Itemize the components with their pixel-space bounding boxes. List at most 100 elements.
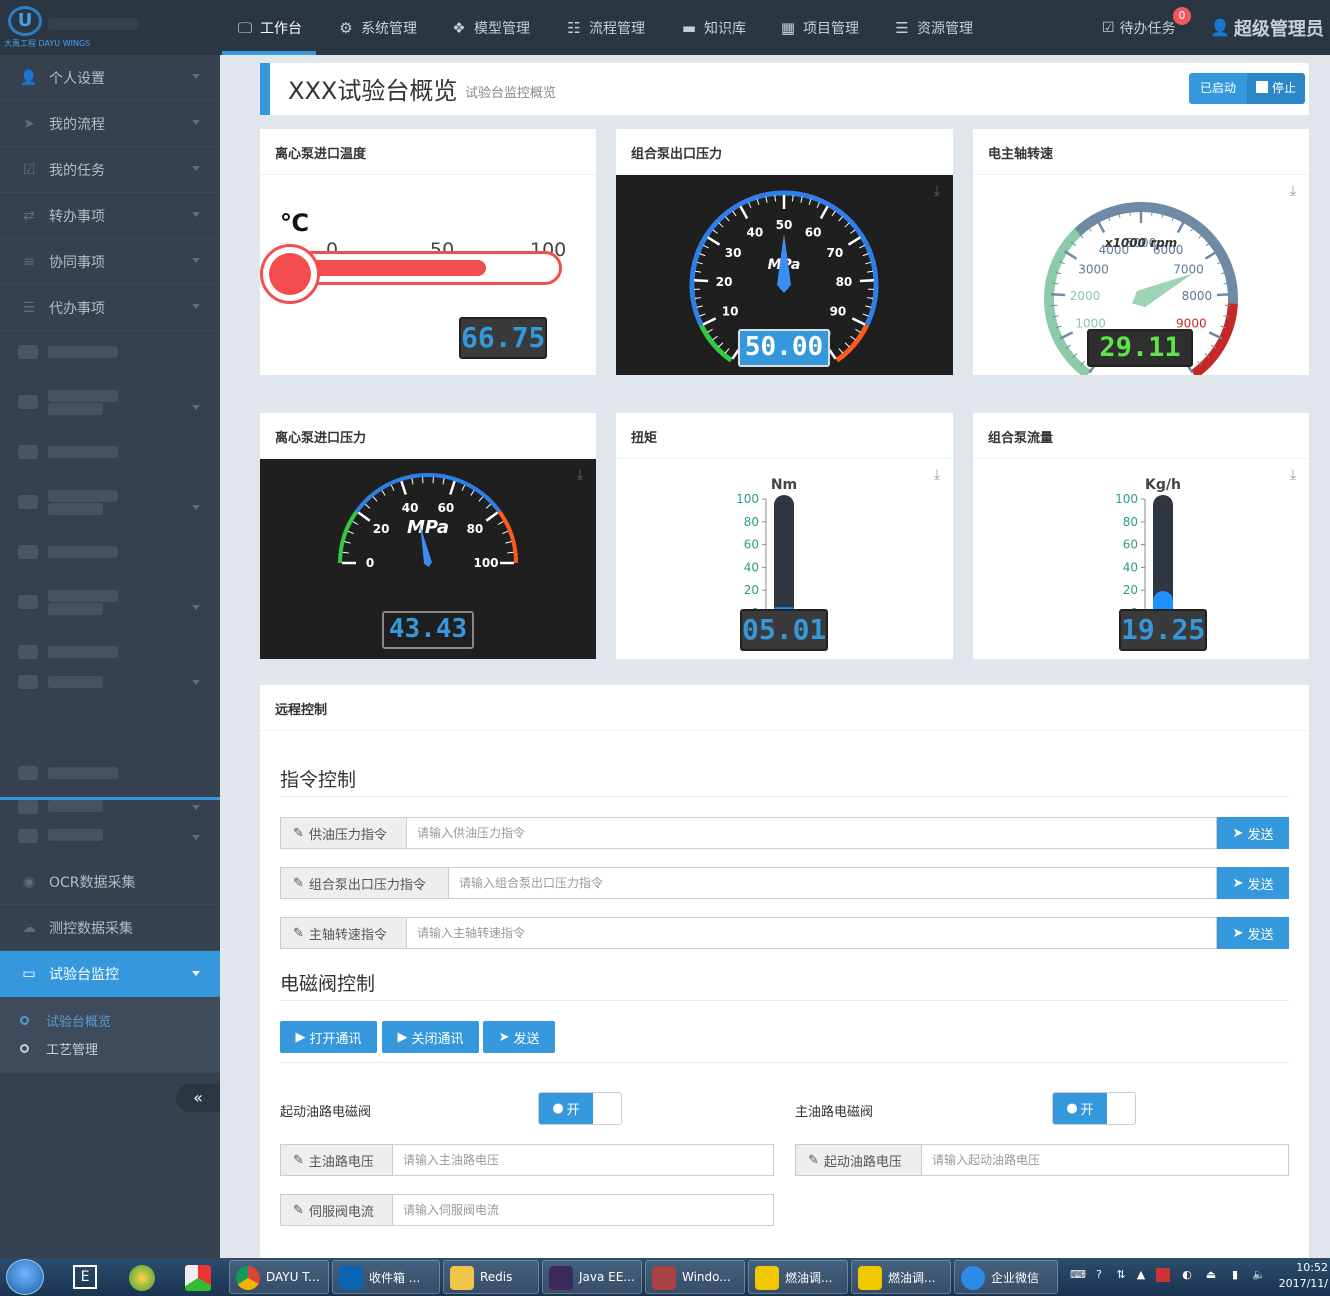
sidebar-item-agent[interactable]: ☰ 代办事项 — [0, 285, 220, 331]
blurred-icon — [18, 395, 38, 409]
caret-down-icon — [192, 505, 200, 510]
startup-voltage-input[interactable] — [922, 1145, 1288, 1175]
windows-start-button[interactable] — [6, 1259, 44, 1295]
gauge-minor-tick — [844, 222, 850, 228]
taskbar-app-eclipse[interactable]: Java EE... — [542, 1260, 642, 1294]
sidebar-item-ocr[interactable]: ◉ OCR数据采集 — [0, 859, 220, 905]
clock-date: 2017/11/ — [1278, 1277, 1328, 1290]
pinned-app-color[interactable] — [174, 1260, 220, 1294]
wecom-tray-icon[interactable]: ◐ — [1180, 1268, 1194, 1282]
sidebar-sub-overview[interactable]: 试验台概览 — [20, 1010, 111, 1030]
taskbar-app-redis[interactable]: Redis — [443, 1260, 539, 1294]
user-menu[interactable]: 👤 超级管理员 — [1210, 0, 1324, 55]
nav-process[interactable]: ☷ 流程管理 — [565, 0, 645, 55]
check-square-icon: ☑ — [22, 161, 36, 178]
nav-workbench[interactable]: 🖵 工作台 — [222, 0, 316, 55]
windows-taskbar: E DAYU T... 收件箱 ... Redis Java EE... Win… — [0, 1258, 1330, 1296]
keyboard-icon[interactable]: ⌨ — [1070, 1268, 1086, 1282]
card-header: 离心泵进口压力 — [260, 413, 596, 459]
sidebar-item-label: 转办事项 — [49, 208, 105, 225]
edit-icon: ✎ — [293, 825, 304, 841]
nav-label: 知识库 — [704, 20, 746, 37]
check-square-icon: ☑ — [1102, 19, 1115, 36]
open-comm-button[interactable]: ▶ 打开通讯 — [280, 1021, 377, 1053]
send-spindle-speed-button[interactable]: ➤ 发送 — [1217, 917, 1289, 949]
nav-model[interactable]: ❖ 模型管理 — [450, 0, 530, 55]
help-icon[interactable]: ? — [1092, 1268, 1106, 1282]
laptop-icon: ▭ — [22, 966, 36, 982]
nav-knowledge[interactable]: ▬ 知识库 — [680, 0, 746, 55]
bar-tick-label: 80 — [744, 515, 759, 529]
card-header: 组合泵出口压力 — [616, 129, 953, 175]
pending-tasks[interactable]: ☑ 待办任务 — [1102, 0, 1176, 55]
pinned-app-map[interactable] — [118, 1260, 164, 1294]
sidebar-item-my-process[interactable]: ➤ 我的流程 — [0, 101, 220, 147]
tray-expand-icon[interactable]: ▲ — [1134, 1268, 1148, 1282]
toggle-on: ● 开 — [539, 1093, 593, 1124]
input-label-text: 主轴转速指令 — [308, 927, 387, 943]
nav-system[interactable]: ⚙ 系统管理 — [337, 0, 417, 55]
outlet-pressure-input[interactable] — [449, 868, 1216, 898]
gauge-minor-tick — [725, 216, 730, 222]
stop-button[interactable]: 停止 — [1247, 73, 1305, 104]
cmd-outlet-pressure: ✎ 组合泵出口压力指令 — [280, 867, 1217, 899]
signal-icon[interactable]: ▮ — [1228, 1268, 1242, 1282]
send-icon: ➤ — [498, 1029, 510, 1045]
spindle-speed-input[interactable] — [407, 918, 1216, 948]
card-title: 远程控制 — [275, 703, 328, 718]
volume-icon[interactable]: 🔈 — [1252, 1268, 1266, 1282]
servo-current-input[interactable] — [393, 1195, 773, 1225]
pinned-app-editor[interactable]: E — [62, 1260, 108, 1294]
sidebar-item-measure[interactable]: ☁ 测控数据采集 — [0, 905, 220, 951]
circle-icon: ● — [552, 1101, 564, 1116]
card-title: 离心泵进口压力 — [275, 431, 367, 446]
taskbar-app-labview-1[interactable]: 燃油调... — [748, 1260, 848, 1294]
gauge-major-tick — [1176, 219, 1186, 234]
tasks-icon: ☰ — [22, 299, 36, 316]
main-valve-toggle[interactable]: ● 开 — [1052, 1092, 1136, 1125]
sidebar-item-testbench-monitor[interactable]: ▭ 试验台监控 — [0, 951, 220, 997]
startup-valve-toggle[interactable]: ● 开 — [538, 1092, 622, 1125]
sidebar-item-collab[interactable]: ≡ 协同事项 — [0, 239, 220, 285]
sidebar-collapse-button[interactable]: « — [176, 1084, 220, 1112]
send-outlet-pressure-button[interactable]: ➤ 发送 — [1217, 867, 1289, 899]
caret-down-icon — [192, 258, 200, 263]
taskbar-app-outlook[interactable]: 收件箱 ... — [332, 1260, 440, 1294]
gauge-minor-tick — [478, 496, 484, 502]
oil-pressure-input[interactable] — [407, 818, 1216, 848]
taskbar-app-wecom[interactable]: 企业微信 — [954, 1260, 1058, 1294]
bar-unit: Kg/h — [1145, 477, 1181, 493]
download-icon[interactable]: ⤓ — [572, 467, 588, 483]
taskbar-app-labview-2[interactable]: 燃油调... — [851, 1260, 951, 1294]
sidebar-sub-process-mgmt[interactable]: 工艺管理 — [20, 1038, 98, 1058]
bar-unit: Nm — [771, 477, 797, 493]
sidebar-item-transfer[interactable]: ⇄ 转办事项 — [0, 193, 220, 239]
sidebar-item-label: 测控数据采集 — [49, 920, 133, 937]
taskbar-app-chrome[interactable]: DAYU T... — [229, 1260, 329, 1294]
usb-icon[interactable]: ⏏ — [1204, 1268, 1218, 1282]
sidebar-item-personal[interactable]: 👤 个人设置 — [0, 55, 220, 101]
blurred-icon — [18, 345, 38, 359]
valve-send-button[interactable]: ➤ 发送 — [483, 1021, 555, 1053]
close-comm-button[interactable]: ▶ 关闭通讯 — [382, 1021, 479, 1053]
gauge-tick-label: 30 — [725, 246, 742, 260]
started-button[interactable]: 已启动 — [1189, 73, 1247, 104]
input-label: ✎ 组合泵出口压力指令 — [281, 868, 449, 898]
outlet-pressure-value: 50.00 — [738, 329, 830, 367]
clock-time: 10:52 — [1296, 1261, 1328, 1274]
logo[interactable]: U 大禹工程 DAYU WINGS — [0, 0, 220, 55]
sidebar-item-my-tasks[interactable]: ☑ 我的任务 — [0, 147, 220, 193]
app-tray-icon[interactable] — [1156, 1268, 1170, 1282]
page-header: XXX试验台概览 试验台监控概览 已启动 停止 — [260, 63, 1309, 115]
system-clock[interactable]: 10:52 2017/11/ — [1279, 1260, 1328, 1292]
network-icon[interactable]: ⇅ — [1114, 1268, 1128, 1282]
taskbar-app-windows[interactable]: Windo... — [645, 1260, 745, 1294]
nav-project[interactable]: ▦ 项目管理 — [779, 0, 859, 55]
blurred-icon — [18, 495, 38, 509]
download-icon[interactable]: ⤓ — [929, 183, 945, 199]
bar-tick-label: 60 — [1123, 538, 1138, 552]
send-oil-pressure-button[interactable]: ➤ 发送 — [1217, 817, 1289, 849]
blurred-label — [48, 490, 118, 502]
nav-resource[interactable]: ☰ 资源管理 — [893, 0, 973, 55]
main-voltage-input[interactable] — [393, 1145, 773, 1175]
